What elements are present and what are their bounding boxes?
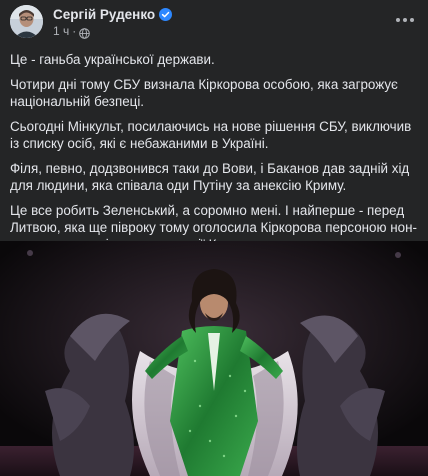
stage-performance-image — [0, 241, 428, 476]
post-header: Сергій Руденко 1 ч · — [0, 0, 428, 44]
avatar-photo — [10, 5, 43, 38]
post-paragraph: Це - ганьба української держави. — [10, 52, 215, 67]
more-dot — [410, 18, 414, 22]
post-photo[interactable] — [0, 241, 428, 476]
facebook-post: Сергій Руденко 1 ч · Це - ганьба українс… — [0, 0, 428, 476]
post-paragraph: Філя, певно, додзвонився таки до Вови, і… — [10, 161, 410, 193]
verified-badge-icon — [159, 7, 173, 21]
avatar[interactable] — [10, 5, 43, 38]
post-meta: 1 ч · — [53, 24, 91, 39]
more-dot — [396, 18, 400, 22]
more-dot — [403, 18, 407, 22]
author-line: Сергій Руденко — [53, 5, 173, 23]
meta-separator: · — [72, 24, 77, 38]
globe-icon[interactable] — [79, 26, 91, 39]
post-timestamp[interactable]: 1 ч — [53, 24, 69, 38]
more-options-icon[interactable] — [390, 6, 420, 34]
post-body: Це - ганьба української держави. Чотири … — [10, 51, 420, 261]
post-paragraph: Сьогодні Мінкульт, посилаючись на нове р… — [10, 119, 412, 151]
post-paragraph: Чотири дні тому СБУ визнала Кіркорова ос… — [10, 77, 398, 109]
author-name[interactable]: Сергій Руденко — [53, 7, 155, 22]
